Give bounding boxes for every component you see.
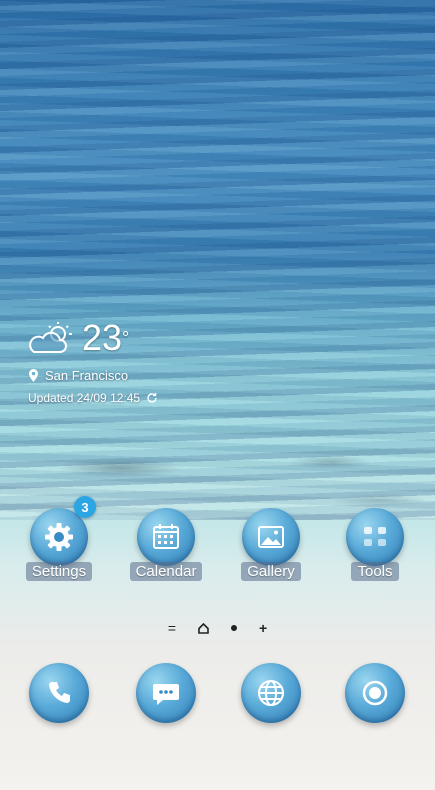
page-indicator: = + (0, 620, 435, 636)
phone-icon (49, 682, 70, 703)
settings-bubble[interactable]: 3 (30, 496, 96, 566)
app-label: Tools (351, 562, 399, 581)
message-icon (153, 684, 179, 705)
refresh-icon[interactable] (146, 392, 158, 404)
location-label: San Francisco (45, 368, 129, 383)
home-page-icon[interactable] (198, 622, 209, 634)
app-settings[interactable]: 3 Settings (7, 496, 111, 581)
dock-camera[interactable] (323, 663, 427, 723)
temperature: 23° (82, 317, 130, 358)
updated-label: Updated 24/09 12:45 (28, 391, 141, 405)
image-icon (258, 526, 284, 548)
browser-bubble[interactable] (241, 663, 301, 723)
gallery-bubble[interactable] (242, 508, 300, 566)
notification-badge: 3 (74, 496, 96, 518)
menu-icon[interactable]: = (168, 620, 176, 636)
gear-icon (45, 523, 73, 551)
browser-icon (258, 680, 284, 706)
folder-icon (364, 527, 386, 546)
calendar-icon (153, 524, 179, 549)
app-calendar[interactable]: Calendar (114, 508, 218, 581)
app-label: Calendar (129, 562, 203, 581)
phone-bubble[interactable] (29, 663, 89, 723)
tools-folder-bubble[interactable] (346, 508, 404, 566)
dock-phone[interactable] (7, 663, 111, 723)
page-dot-active[interactable] (231, 625, 237, 631)
add-page-icon[interactable]: + (259, 620, 267, 636)
camera-bubble[interactable] (345, 663, 405, 723)
app-gallery[interactable]: Gallery (219, 508, 323, 581)
weather-widget[interactable]: 23° San Francisco Updated 24/09 12:45 (28, 318, 158, 405)
dock-messages[interactable] (114, 663, 218, 723)
partly-cloudy-icon (29, 322, 72, 353)
location-pin-icon (29, 369, 38, 382)
app-label: Gallery (241, 562, 301, 581)
app-tools[interactable]: Tools (323, 508, 427, 581)
calendar-bubble[interactable] (137, 508, 195, 566)
messages-bubble[interactable] (136, 663, 196, 723)
camera-icon (362, 680, 388, 706)
dock-browser[interactable] (219, 663, 323, 723)
app-label: Settings (25, 562, 93, 581)
